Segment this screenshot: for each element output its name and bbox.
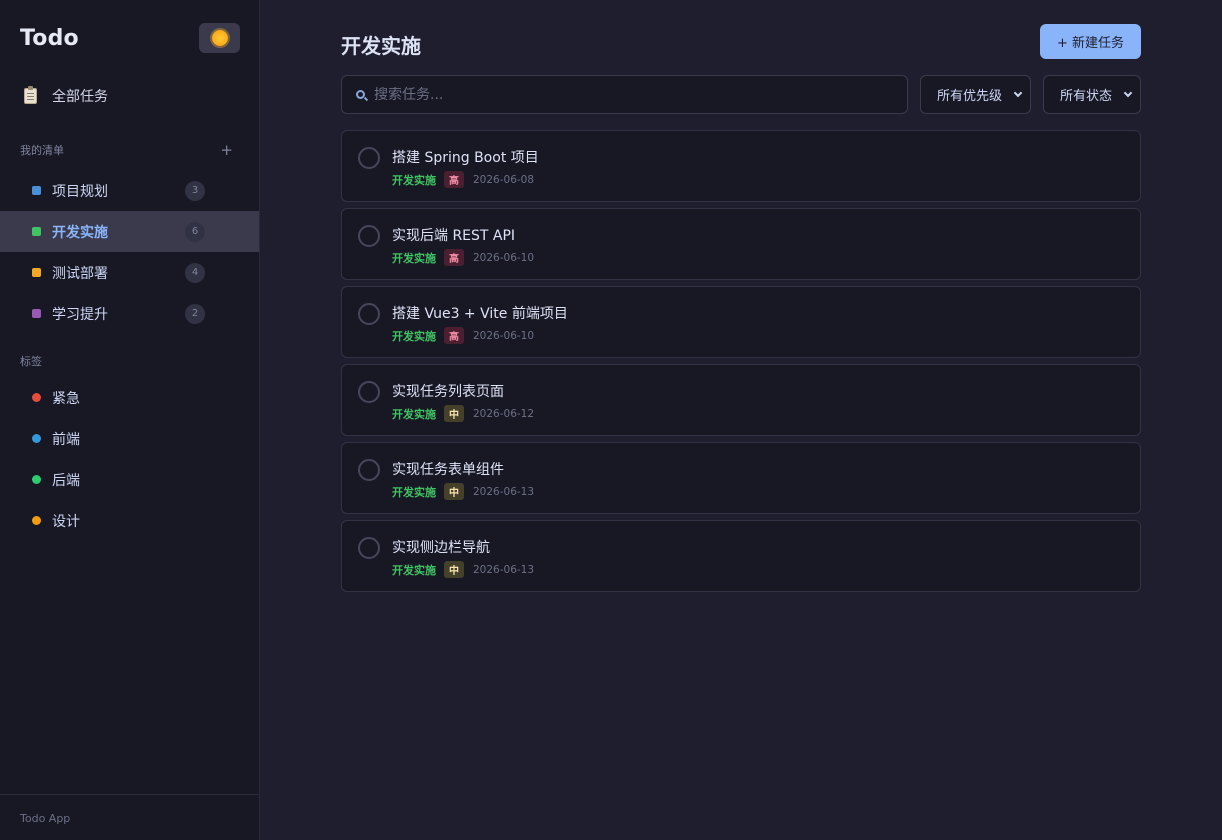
task-complete-checkbox[interactable]	[358, 459, 380, 481]
list-label: 学习提升	[52, 306, 108, 323]
task-due-date: 2026-06-12	[473, 407, 535, 420]
tags-header: 标签	[0, 351, 259, 371]
task-list-name: 开发实施	[392, 173, 436, 187]
task-item[interactable]: 实现侧边栏导航 开发实施 中 2026-06-13	[341, 520, 1141, 592]
task-list-name: 开发实施	[392, 407, 436, 421]
list-color-icon	[32, 186, 41, 195]
task-meta: 开发实施 中 2026-06-13	[392, 561, 534, 578]
task-due-date: 2026-06-10	[473, 251, 535, 264]
list-count-badge: 2	[185, 303, 205, 324]
task-complete-checkbox[interactable]	[358, 303, 380, 325]
task-title: 实现后端 REST API	[392, 228, 516, 244]
sidebar-item-tag[interactable]: 前端	[0, 418, 259, 459]
sidebar-item-list[interactable]: 项目规划 3	[0, 170, 259, 211]
priority-badge: 高	[444, 249, 464, 266]
list-count-badge: 4	[185, 262, 205, 283]
chevron-down-icon	[1123, 88, 1133, 97]
tag-label: 紧急	[52, 390, 80, 407]
list-count-badge: 6	[185, 221, 205, 242]
sun-icon	[211, 30, 228, 46]
task-title: 搭建 Spring Boot 项目	[392, 150, 539, 166]
task-complete-checkbox[interactable]	[358, 225, 380, 247]
page-title: 开发实施	[341, 34, 421, 58]
tag-label: 前端	[52, 431, 80, 448]
task-item[interactable]: 实现任务列表页面 开发实施 中 2026-06-12	[341, 364, 1141, 436]
priority-badge: 高	[444, 171, 464, 188]
add-list-button[interactable]: +	[220, 141, 233, 159]
list-label: 项目规划	[52, 183, 108, 200]
sidebar-item-list[interactable]: 学习提升 2	[0, 293, 259, 334]
sidebar-header: Todo	[0, 0, 259, 76]
clipboard-icon	[24, 86, 37, 104]
task-item[interactable]: 搭建 Spring Boot 项目 开发实施 高 2026-06-08	[341, 130, 1141, 202]
my-lists-title: 我的清单	[20, 144, 64, 157]
sidebar: Todo 全部任务 我的清单 + 项目规划 3 开发实施 6 测试部署 4 学习…	[0, 0, 260, 840]
priority-badge: 中	[444, 561, 464, 578]
list-count-badge: 3	[185, 180, 205, 201]
status-filter-value: 所有状态	[1060, 89, 1113, 104]
task-meta: 开发实施 高 2026-06-10	[392, 327, 534, 344]
task-title: 实现侧边栏导航	[392, 540, 490, 556]
task-complete-checkbox[interactable]	[358, 537, 380, 559]
task-meta: 开发实施 高 2026-06-10	[392, 249, 534, 266]
list-color-icon	[32, 309, 41, 318]
task-meta: 开发实施 中 2026-06-12	[392, 405, 534, 422]
app-root: Todo 全部任务 我的清单 + 项目规划 3 开发实施 6 测试部署 4 学习…	[0, 0, 1222, 840]
priority-filter-value: 所有优先级	[937, 89, 1003, 104]
tag-color-icon	[32, 434, 41, 443]
list-label: 开发实施	[52, 224, 108, 241]
task-item[interactable]: 搭建 Vue3 + Vite 前端项目 开发实施 高 2026-06-10	[341, 286, 1141, 358]
task-list: 搭建 Spring Boot 项目 开发实施 高 2026-06-08 实现后端…	[341, 130, 1141, 598]
task-item[interactable]: 实现任务表单组件 开发实施 中 2026-06-13	[341, 442, 1141, 514]
my-lists-header: 我的清单 +	[0, 140, 259, 160]
tag-label: 后端	[52, 472, 80, 489]
sidebar-item-tag[interactable]: 设计	[0, 500, 259, 541]
tag-color-icon	[32, 393, 41, 402]
task-list-name: 开发实施	[392, 251, 436, 265]
priority-badge: 中	[444, 483, 464, 500]
task-title: 实现任务列表页面	[392, 384, 504, 400]
sidebar-item-tag[interactable]: 紧急	[0, 377, 259, 418]
sidebar-item-tag[interactable]: 后端	[0, 459, 259, 500]
task-title: 实现任务表单组件	[392, 462, 504, 478]
search-input[interactable]	[374, 86, 874, 103]
task-list-name: 开发实施	[392, 563, 436, 577]
task-list-name: 开发实施	[392, 329, 436, 343]
tag-label: 设计	[52, 513, 80, 530]
sidebar-item-list[interactable]: 开发实施 6	[0, 211, 259, 252]
main-content: 开发实施 + 新建任务 所有优先级 所有状态 搭建 Spring Boot 项目…	[260, 0, 1222, 840]
task-due-date: 2026-06-10	[473, 329, 535, 342]
app-logo: Todo	[20, 25, 79, 51]
task-complete-checkbox[interactable]	[358, 381, 380, 403]
sidebar-item-list[interactable]: 测试部署 4	[0, 252, 259, 293]
priority-badge: 高	[444, 327, 464, 344]
task-due-date: 2026-06-13	[473, 485, 535, 498]
priority-filter-select[interactable]: 所有优先级	[920, 75, 1031, 114]
list-color-icon	[32, 268, 41, 277]
search-box	[341, 75, 908, 114]
task-title: 搭建 Vue3 + Vite 前端项目	[392, 306, 568, 322]
new-task-button[interactable]: + 新建任务	[1040, 24, 1141, 59]
status-filter-select[interactable]: 所有状态	[1043, 75, 1141, 114]
task-item[interactable]: 实现后端 REST API 开发实施 高 2026-06-10	[341, 208, 1141, 280]
task-complete-checkbox[interactable]	[358, 147, 380, 169]
task-meta: 开发实施 中 2026-06-13	[392, 483, 534, 500]
list-color-icon	[32, 227, 41, 236]
task-list-name: 开发实施	[392, 485, 436, 499]
tag-color-icon	[32, 475, 41, 484]
priority-badge: 中	[444, 405, 464, 422]
tag-color-icon	[32, 516, 41, 525]
sidebar-footer: Todo App	[0, 794, 259, 840]
nav-all-tasks-label: 全部任务	[52, 89, 108, 105]
nav-all-tasks[interactable]: 全部任务	[0, 76, 259, 116]
chevron-down-icon	[1013, 88, 1023, 97]
theme-toggle-button[interactable]	[199, 23, 240, 53]
tags-title: 标签	[20, 355, 42, 368]
list-label: 测试部署	[52, 265, 108, 282]
search-icon	[356, 90, 365, 99]
task-due-date: 2026-06-08	[473, 173, 535, 186]
task-meta: 开发实施 高 2026-06-08	[392, 171, 534, 188]
task-due-date: 2026-06-13	[473, 563, 535, 576]
